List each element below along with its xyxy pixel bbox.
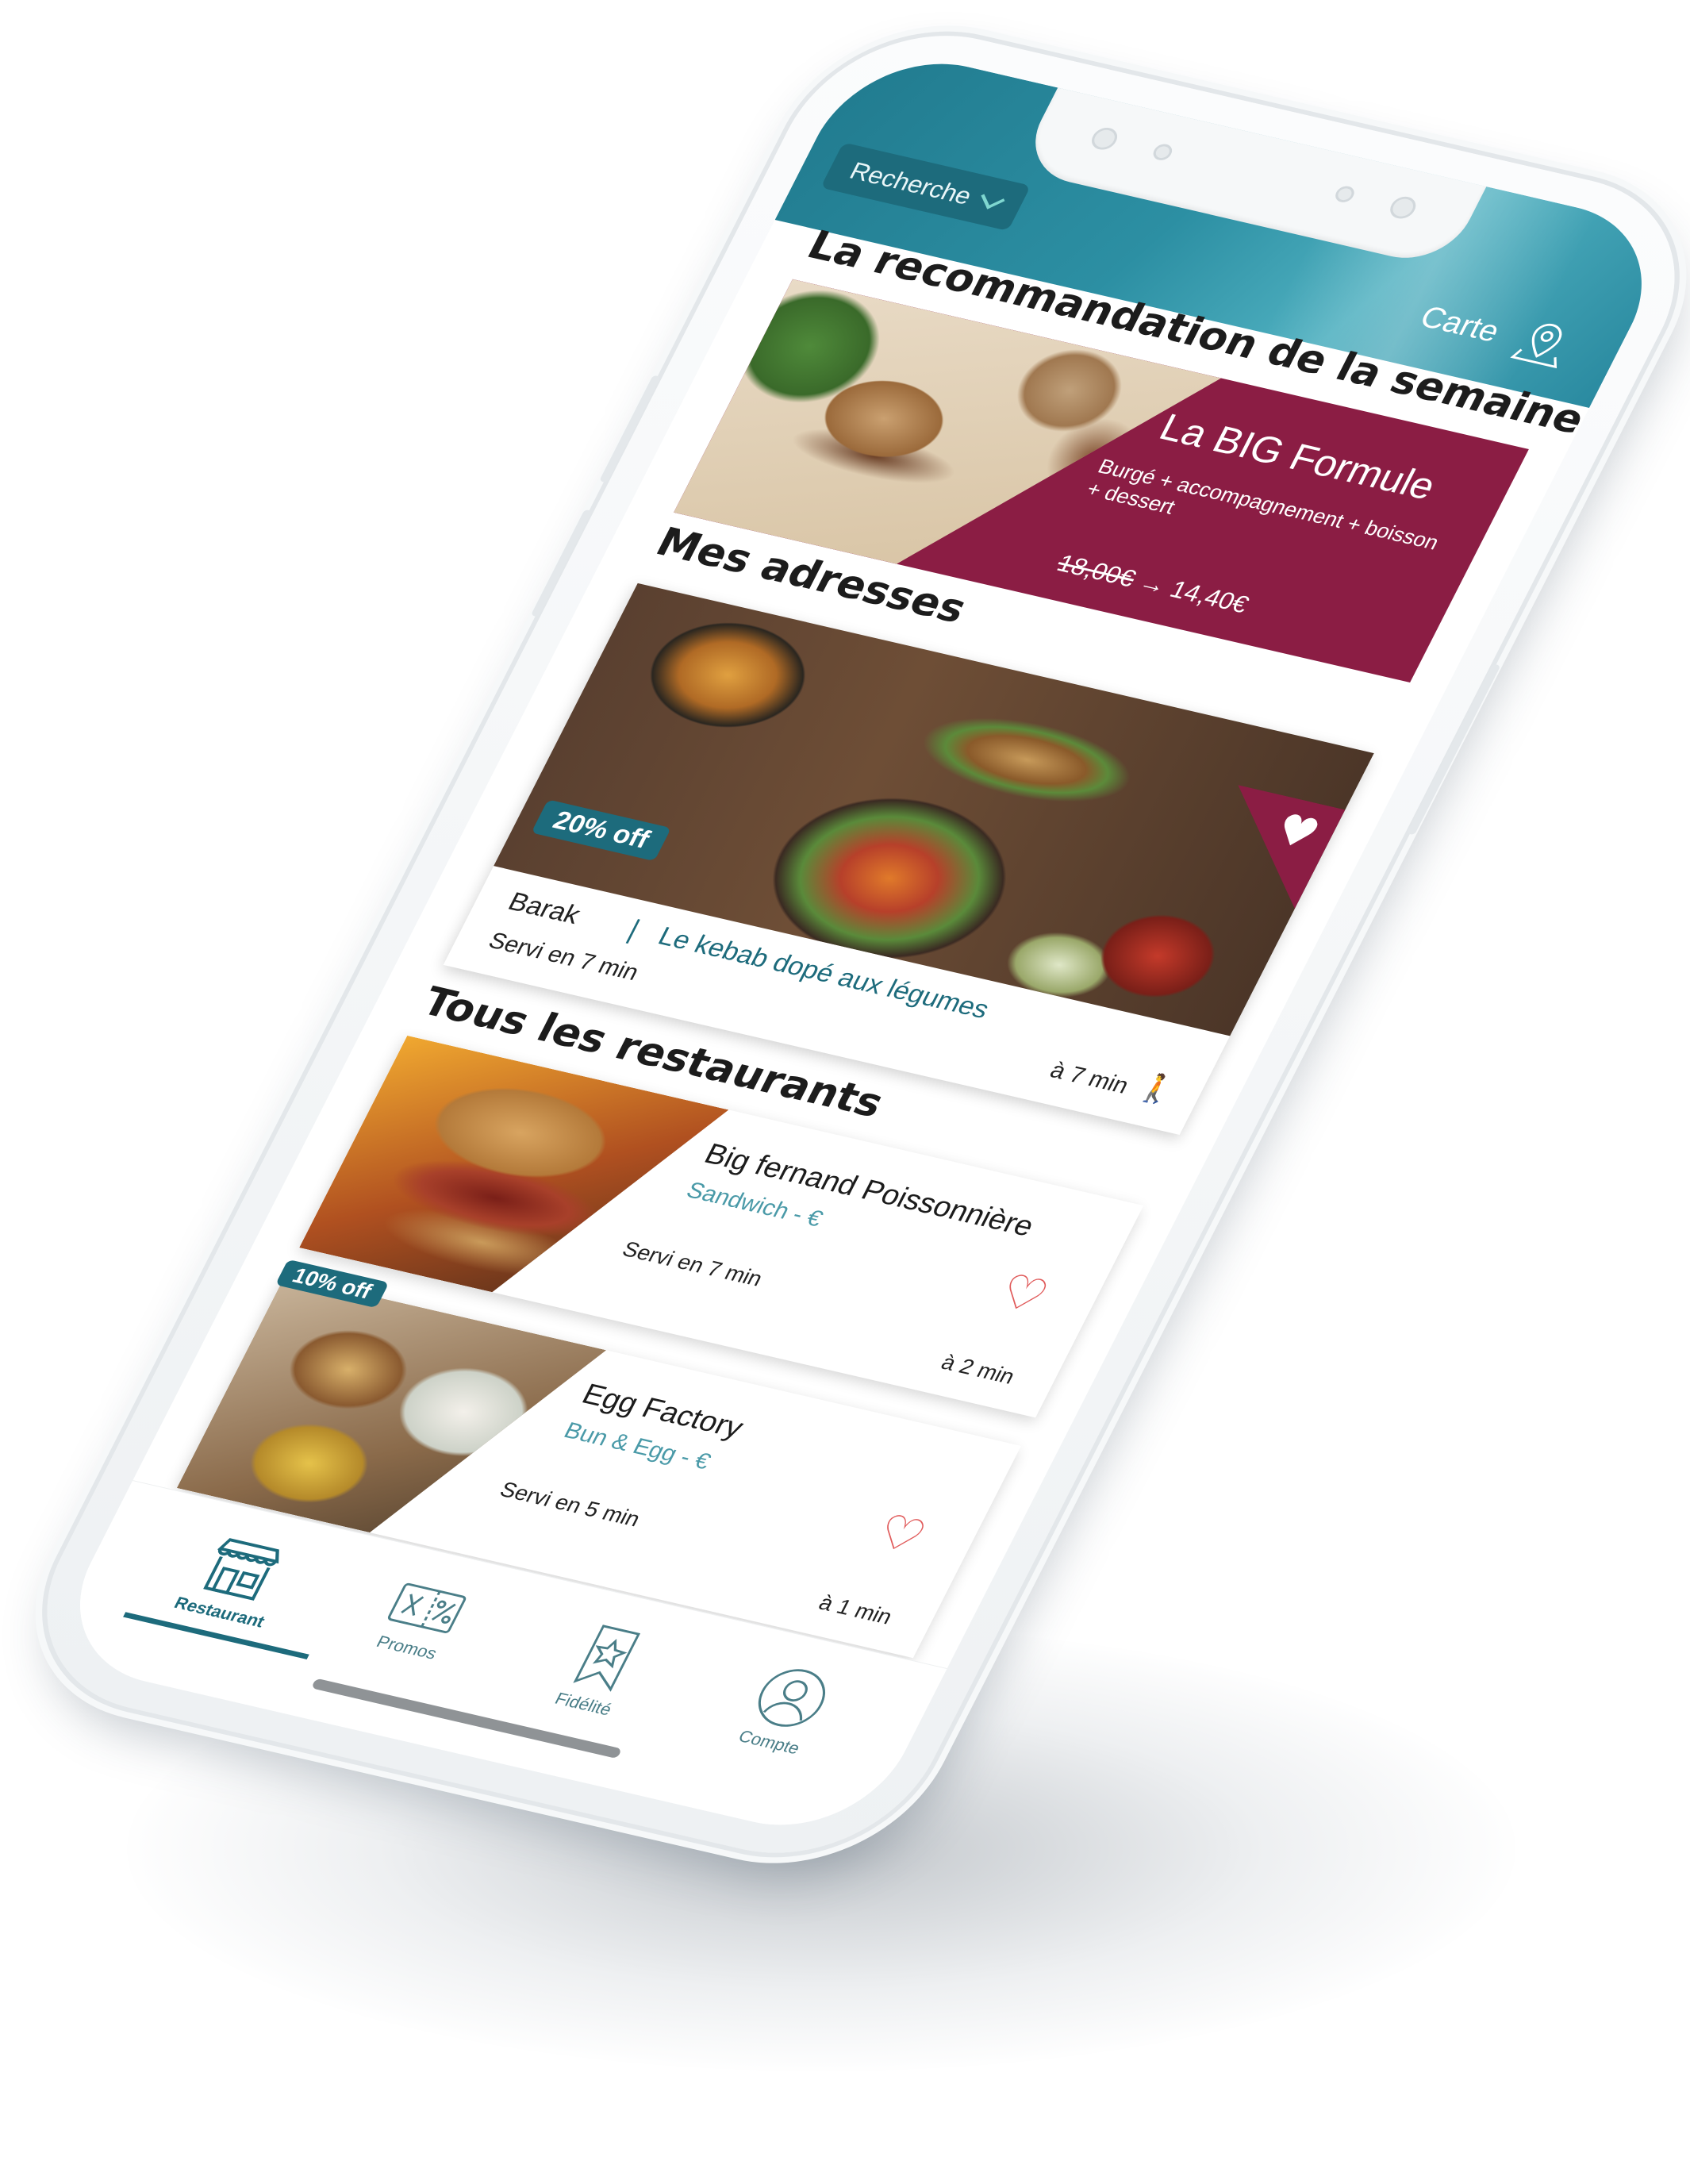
store-icon: [203, 1538, 279, 1601]
heart-outline-icon[interactable]: ♡: [866, 1503, 935, 1564]
walking-distance: à 1 min: [815, 1590, 897, 1629]
phone-mockup: Recherche Carte La recommandation de la …: [0, 9, 1690, 1880]
service-time: Servi en 5 min: [496, 1477, 644, 1532]
promo-new-price: 14,40€: [1166, 575, 1254, 618]
search-label: Recherche: [845, 156, 978, 210]
user-icon: [758, 1669, 826, 1727]
heart-filled-icon: ♥: [1266, 805, 1328, 860]
promo-price: 18,00€ → 14,40€: [1052, 549, 1254, 619]
search-dropdown-button[interactable]: Recherche: [820, 142, 1031, 231]
arrow-icon: →: [1134, 567, 1172, 600]
map-label: Carte: [1415, 299, 1506, 348]
restaurant-name: Barak: [503, 886, 586, 930]
walking-person-icon: 🚶: [1131, 1068, 1184, 1109]
name-separator: |: [622, 914, 646, 945]
phone-frame: Recherche Carte La recommandation de la …: [0, 9, 1690, 1880]
coupon-icon: [387, 1582, 467, 1633]
chevron-down-icon: [981, 186, 1005, 210]
tab-fidelite-label: Fidélité: [551, 1689, 616, 1720]
service-time: Servi en 7 min: [484, 928, 643, 986]
tab-compte[interactable]: Compte: [688, 1651, 883, 1770]
tab-fidelite[interactable]: Fidélité: [502, 1608, 700, 1731]
star-bookmark-icon: [573, 1625, 641, 1692]
service-time: Servi en 7 min: [618, 1236, 767, 1291]
walking-distance: à 7 min: [1046, 1057, 1133, 1099]
promo-old-price: 18,00€: [1052, 549, 1141, 592]
walking-distance: à 2 min: [937, 1350, 1020, 1389]
tab-promos[interactable]: Promos: [325, 1566, 516, 1675]
app-screen: Recherche Carte La recommandation de la …: [42, 43, 1680, 1846]
heart-outline-icon[interactable]: ♡: [989, 1263, 1058, 1324]
